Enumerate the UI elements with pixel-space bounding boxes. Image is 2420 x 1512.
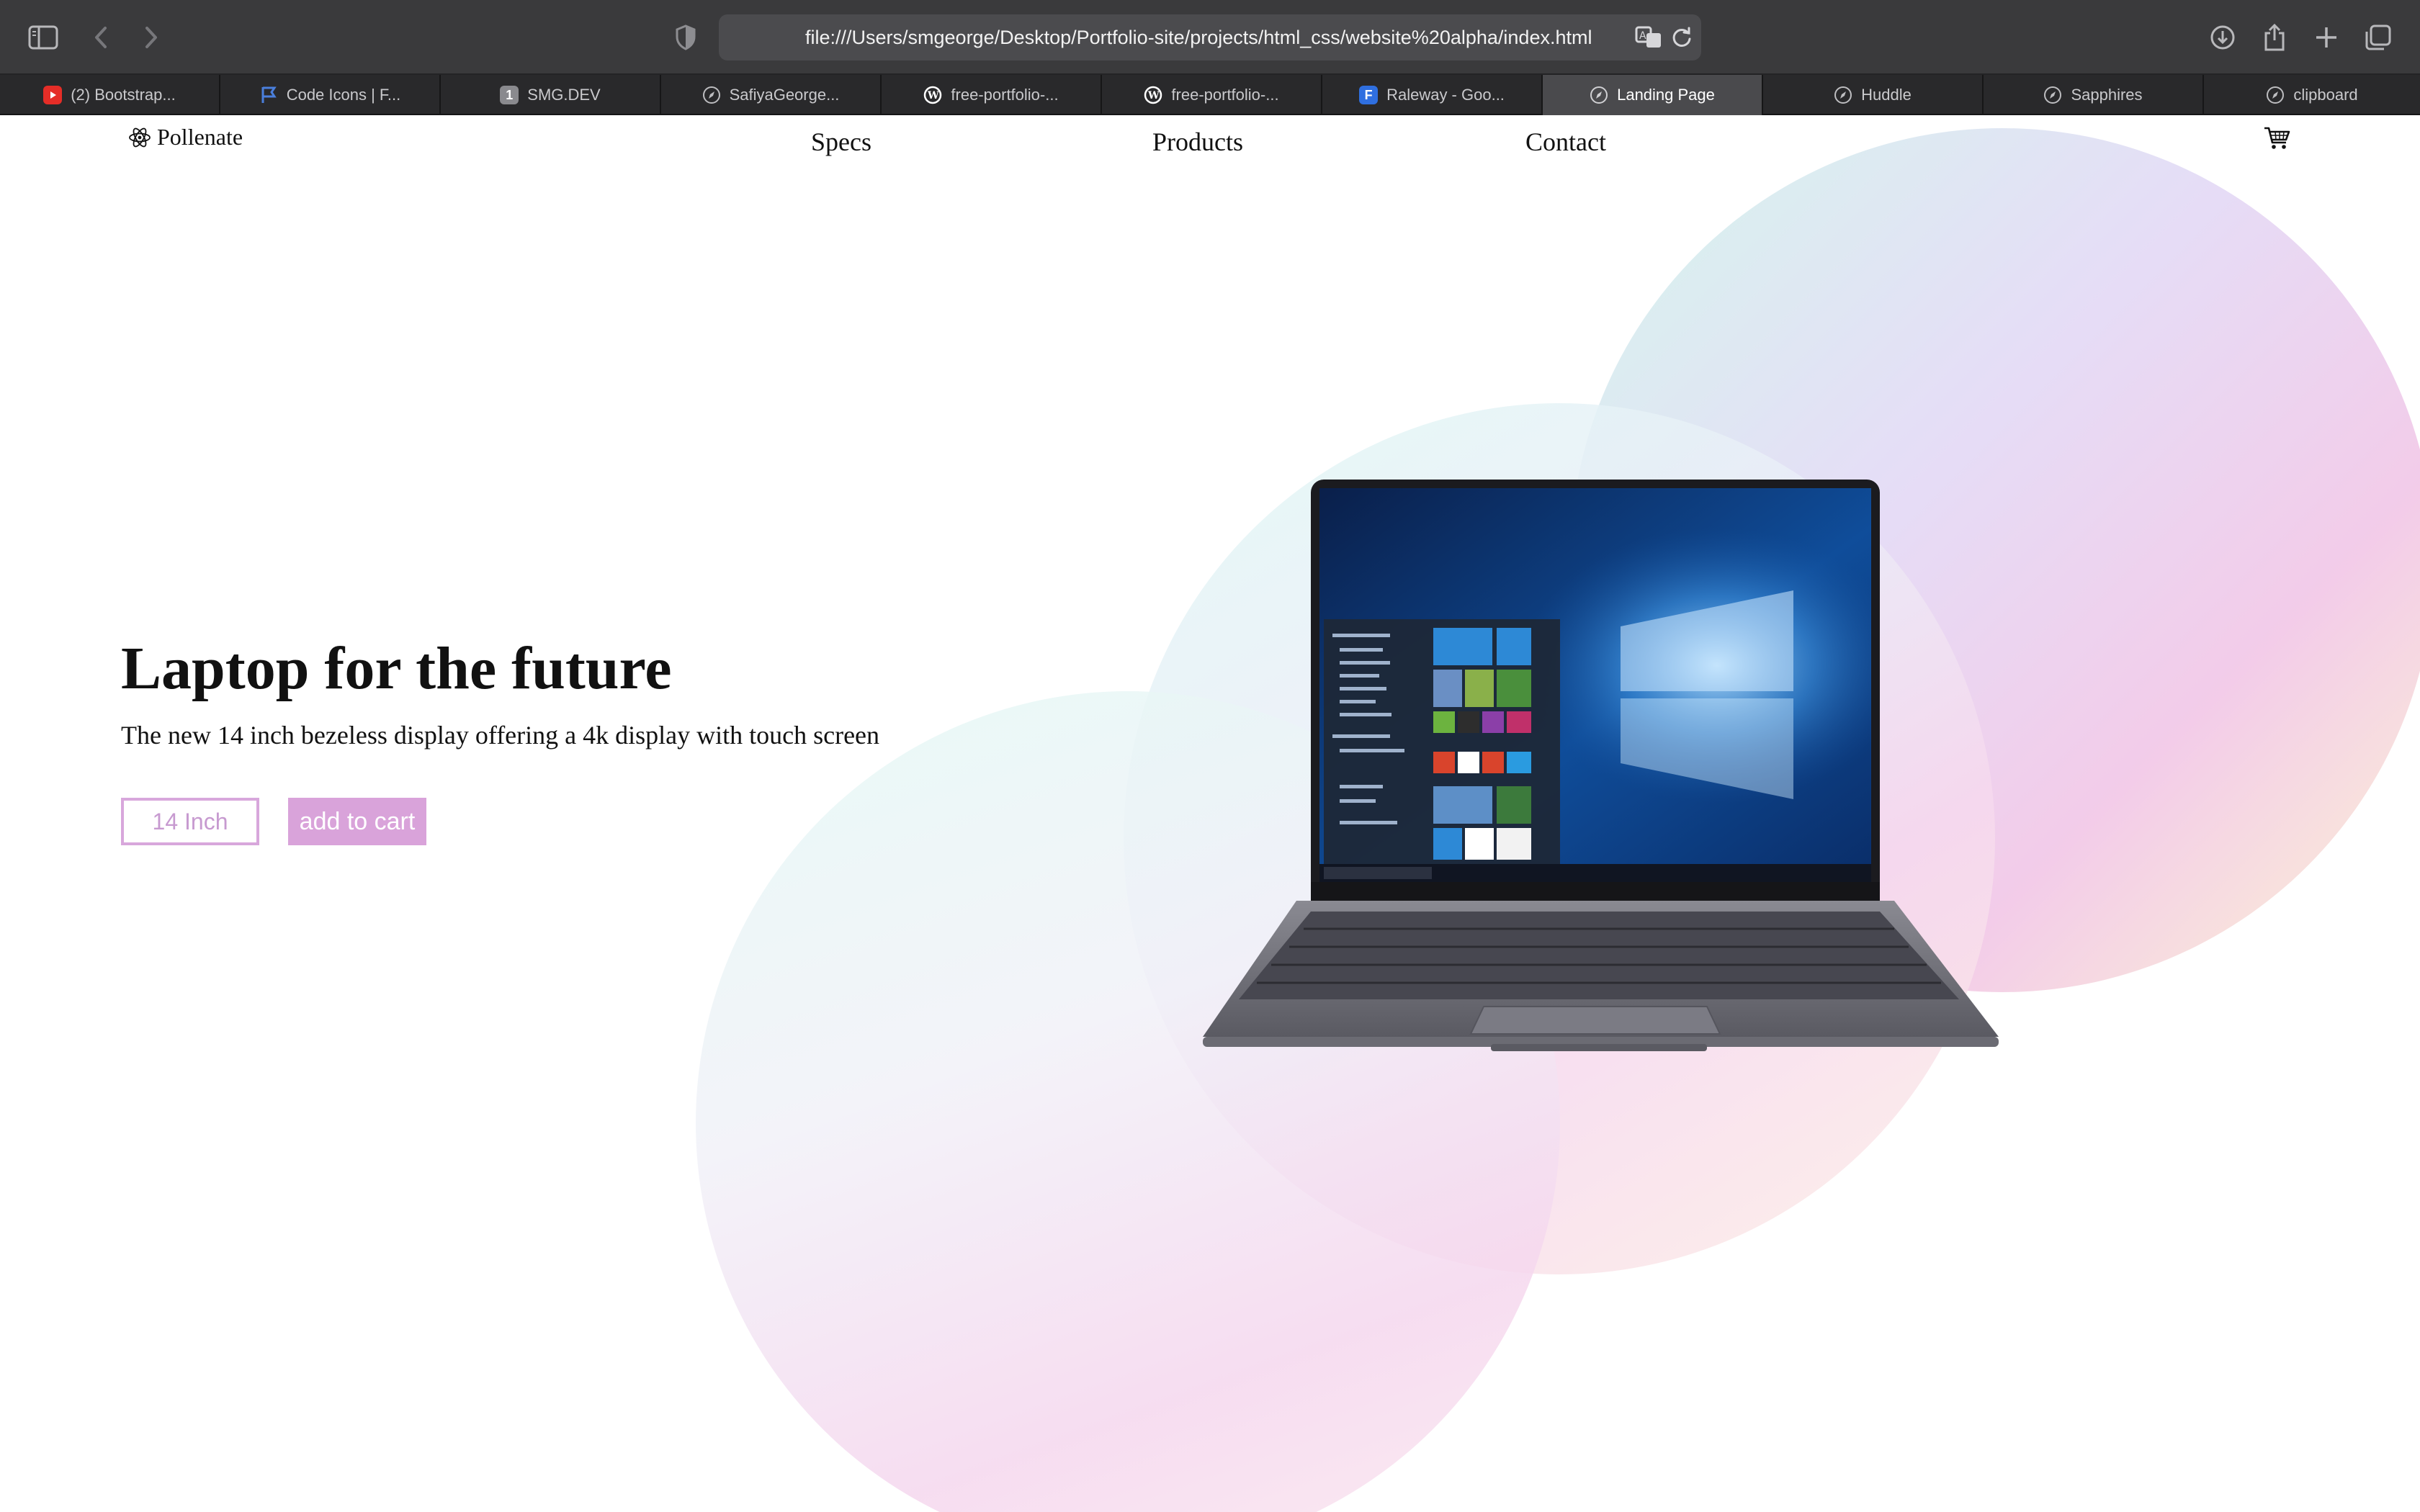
share-button[interactable] [2253, 16, 2296, 59]
download-icon [2210, 25, 2235, 50]
tab-overview-button[interactable] [2357, 16, 2400, 59]
tabs-overview-icon [2365, 24, 2391, 50]
landing-page: Pollenate Specs Products Contact Laptop … [0, 115, 2420, 1512]
forward-button[interactable] [130, 16, 173, 59]
brand-logo-link[interactable]: Pollenate [128, 124, 243, 150]
cart-icon [2264, 127, 2290, 149]
nav-link-products[interactable]: Products [1152, 127, 1243, 157]
privacy-report-button[interactable] [664, 16, 707, 59]
atom-icon [129, 127, 151, 147]
tab-safiyageorge[interactable]: SafiyaGeorge... [661, 75, 882, 115]
tab-label: Sapphires [2071, 86, 2143, 104]
share-icon [2264, 23, 2285, 51]
back-button[interactable] [79, 16, 122, 59]
plus-icon [2316, 27, 2336, 48]
sidebar-toggle-button[interactable] [22, 16, 65, 59]
tab-label: (2) Bootstrap... [71, 86, 176, 104]
reload-icon[interactable] [1671, 26, 1693, 49]
youtube-icon [43, 86, 63, 104]
url-text: file:///Users/smgeorge/Desktop/Portfolio… [805, 27, 1592, 48]
cart-button[interactable] [2263, 125, 2290, 153]
tab-label: Code Icons | F... [286, 86, 401, 104]
tab-huddle[interactable]: Huddle [1763, 75, 1984, 115]
address-bar[interactable]: file:///Users/smgeorge/Desktop/Portfolio… [719, 14, 1701, 60]
shield-icon [676, 24, 696, 50]
compass-icon [2043, 86, 2062, 104]
brand-name: Pollenate [157, 124, 243, 150]
f-icon: F [1359, 86, 1379, 104]
tab-sapphires[interactable]: Sapphires [1984, 75, 2204, 115]
hero-subtitle: The new 14 inch bezeless display offerin… [121, 721, 880, 750]
tab-label: clipboard [2293, 86, 2358, 104]
site-nav: Pollenate Specs Products Contact [0, 115, 2420, 187]
tab-landing-page[interactable]: Landing Page [1543, 75, 1763, 115]
tab-clipboard[interactable]: clipboard [2204, 75, 2420, 115]
new-tab-button[interactable] [2305, 16, 2348, 59]
wordpress-icon: W [1144, 86, 1162, 104]
number-one-icon: 1 [500, 86, 519, 104]
downloads-button[interactable] [2201, 16, 2244, 59]
size-option-button[interactable]: 14 Inch [121, 798, 259, 845]
hero-title: Laptop for the future [121, 635, 672, 702]
tab-raleway[interactable]: F Raleway - Goo... [1322, 75, 1543, 115]
svg-text:A: A [1639, 30, 1646, 42]
nav-link-specs[interactable]: Specs [811, 127, 871, 157]
tab-label: free-portfolio-... [1171, 86, 1279, 104]
wordpress-icon: W [923, 86, 942, 104]
compass-icon [1834, 86, 1852, 104]
sidebar-icon [28, 25, 58, 50]
tab-free-portfolio-2[interactable]: W free-portfolio-... [1102, 75, 1322, 115]
tab-label: SMG.DEV [527, 86, 601, 104]
flag-icon [259, 86, 278, 104]
tab-label: Raleway - Goo... [1386, 86, 1505, 104]
svg-text:W: W [1147, 90, 1160, 102]
compass-icon [702, 86, 721, 104]
laptop-product-image [1203, 480, 1999, 1051]
tab-code-icons[interactable]: Code Icons | F... [220, 75, 441, 115]
tab-bootstrap[interactable]: (2) Bootstrap... [0, 75, 220, 115]
tab-label: free-portfolio-... [951, 86, 1059, 104]
tab-bar: (2) Bootstrap... Code Icons | F... 1 SMG… [0, 75, 2420, 115]
translate-icon[interactable]: A [1635, 26, 1662, 49]
chevron-right-icon [145, 27, 157, 48]
chevron-left-icon [95, 27, 107, 48]
add-to-cart-button[interactable]: add to cart [288, 798, 426, 845]
browser-toolbar: file:///Users/smgeorge/Desktop/Portfolio… [0, 0, 2420, 75]
svg-text:W: W [927, 90, 939, 102]
compass-icon [2266, 86, 2285, 104]
tab-label: Landing Page [1617, 86, 1715, 104]
tab-label: SafiyaGeorge... [729, 86, 840, 104]
nav-link-contact[interactable]: Contact [1525, 127, 1606, 157]
tab-smg-dev[interactable]: 1 SMG.DEV [441, 75, 661, 115]
tab-label: Huddle [1861, 86, 1912, 104]
tab-free-portfolio-1[interactable]: W free-portfolio-... [882, 75, 1102, 115]
compass-icon [1590, 86, 1608, 104]
